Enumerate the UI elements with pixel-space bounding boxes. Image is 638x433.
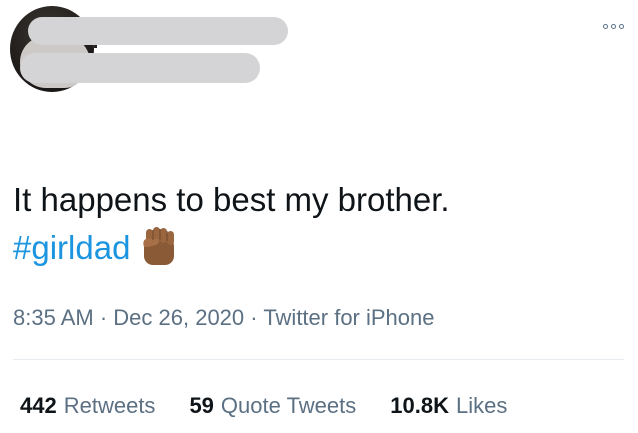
likes-label: Likes (455, 393, 508, 418)
quote-tweets-count: 59 (189, 393, 214, 418)
quote-tweets-label: Quote Tweets (220, 393, 357, 418)
tweet-stats: 442 Retweets 59 Quote Tweets 10.8K Likes (20, 393, 507, 419)
retweets-stat[interactable]: 442 Retweets (20, 393, 155, 419)
retweets-count: 442 (20, 393, 57, 418)
tweet-time[interactable]: 8:35 AM (13, 305, 94, 330)
retweets-label: Retweets (63, 393, 156, 418)
more-dot (619, 24, 624, 29)
tweet-body: It happens to best my brother. (13, 181, 450, 218)
hashtag-link[interactable]: #girldad (13, 229, 130, 266)
meta-separator: · (244, 305, 264, 330)
quote-tweets-stat[interactable]: 59 Quote Tweets (189, 393, 356, 419)
likes-stat[interactable]: 10.8K Likes (390, 393, 507, 419)
likes-count: 10.8K (390, 393, 449, 418)
tweet-source[interactable]: Twitter for iPhone (263, 305, 434, 330)
fist-icon (143, 227, 175, 265)
divider (13, 359, 624, 360)
tweet-hashtag-line: #girldad (13, 224, 450, 272)
more-options-icon[interactable] (603, 24, 624, 29)
redacted-username (20, 53, 260, 83)
tweet-meta: 8:35 AM · Dec 26, 2020 · Twitter for iPh… (13, 305, 435, 331)
tweet-date[interactable]: Dec 26, 2020 (113, 305, 244, 330)
redacted-display-name (28, 17, 288, 45)
meta-separator: · (93, 305, 114, 330)
more-dot (603, 24, 608, 29)
tweet-text: It happens to best my brother. #girldad (13, 176, 450, 272)
redaction-artifact (94, 45, 97, 48)
more-dot (611, 24, 616, 29)
